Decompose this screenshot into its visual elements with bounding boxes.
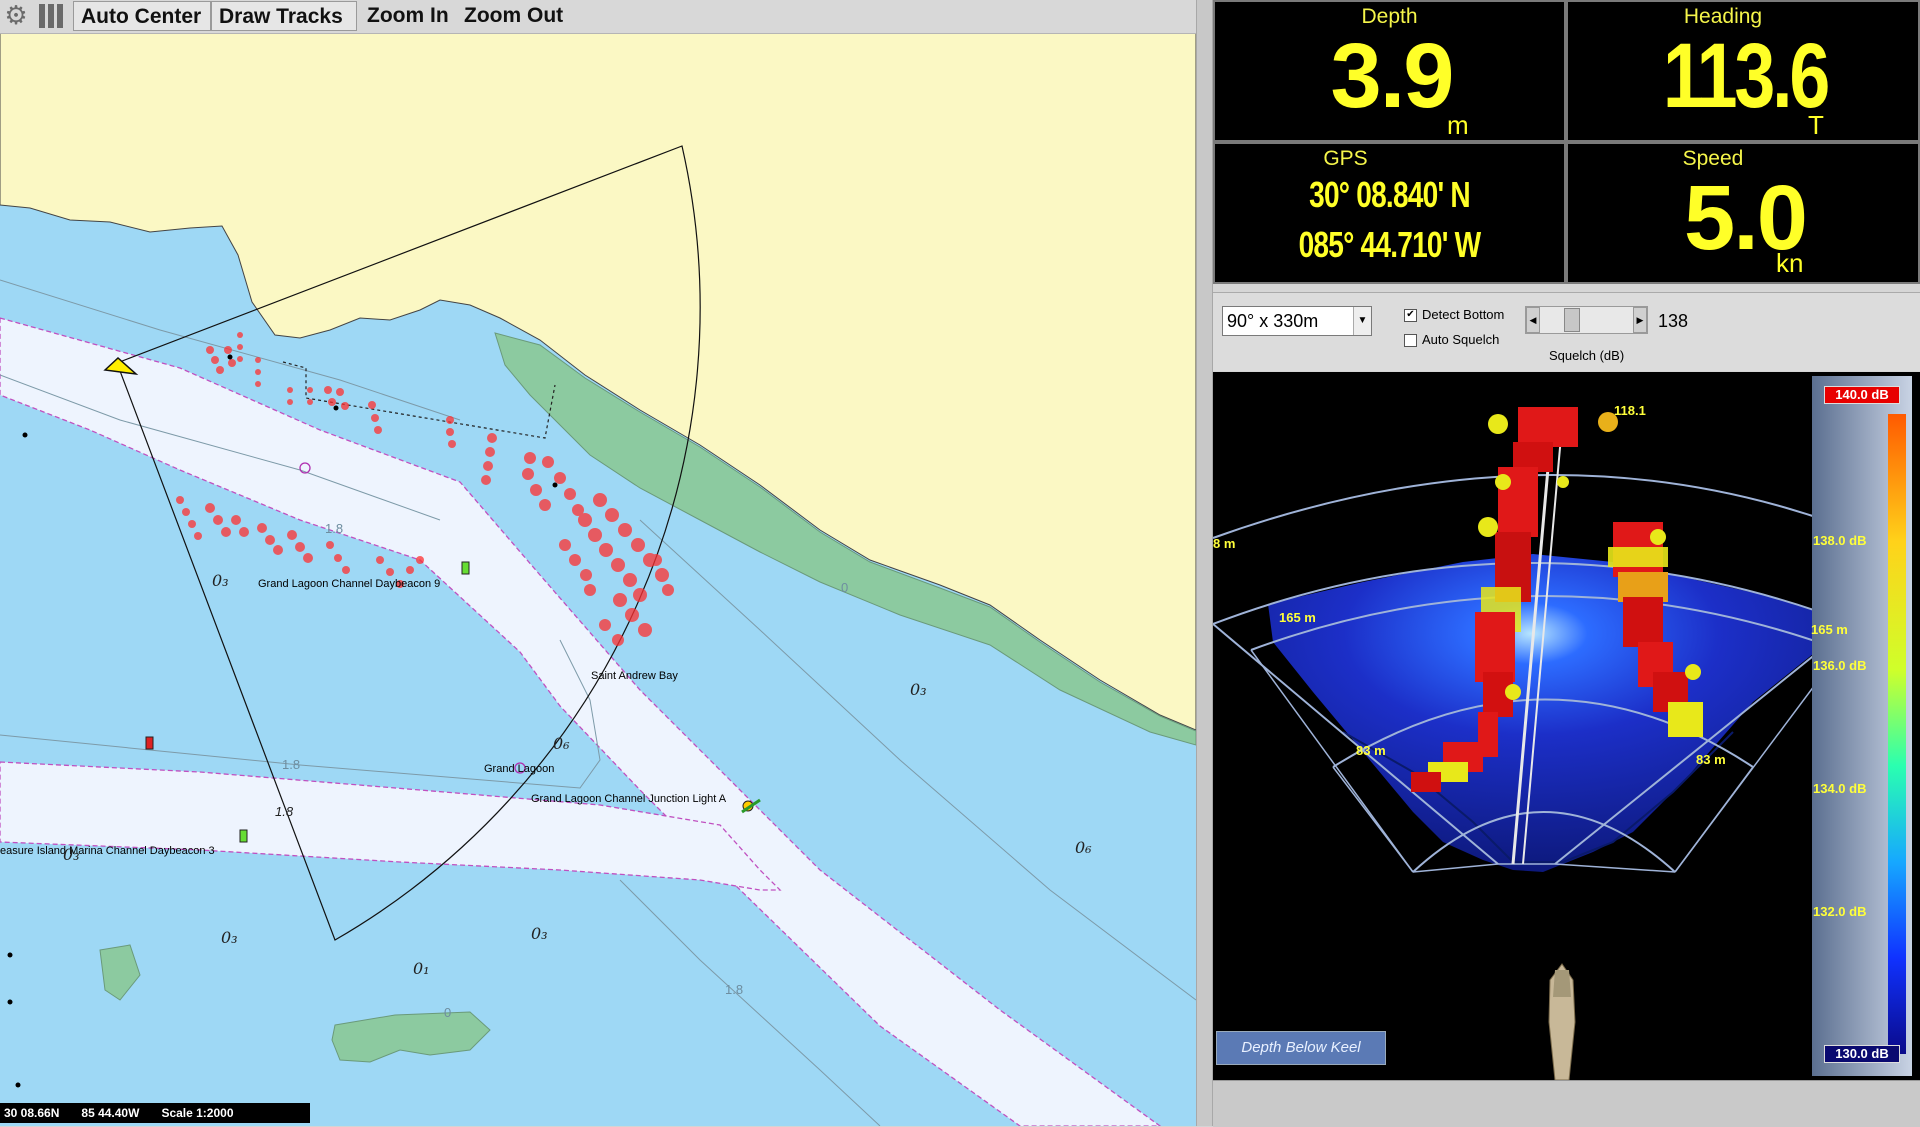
slider-left-arrow-icon[interactable]: ◀ [1526,307,1540,333]
chart-map-pane[interactable]: Grand Lagoon Channel Daybeacon 9 Saint A… [0,0,1196,1126]
range-label: 83 m [1356,743,1386,758]
depth-value: 3.9 [1330,25,1455,127]
colorbar-tick: 136.0 dB [1813,658,1867,673]
peak-depth-label: 118.1 [1614,403,1646,418]
sounding: 0₃ [63,845,80,864]
slider-right-arrow-icon[interactable]: ▶ [1633,307,1647,333]
gps-instrument: GPS 30° 08.840' N 085° 44.710' W [1213,142,1566,284]
nautical-chart[interactable] [0,0,1196,1126]
depth-below-keel-button[interactable]: Depth Below Keel [1216,1031,1386,1065]
depth-unit: m [1447,110,1469,140]
contour-label: 1.8 [725,982,744,997]
speed-instrument: Speed 5.0 kn [1566,142,1920,284]
junction-light-label: Grand Lagoon Channel Junction Light A [531,793,727,805]
colorbar-tick: 134.0 dB [1813,781,1867,796]
chevron-down-icon[interactable]: ▼ [1353,307,1371,335]
sounding: 0₃ [531,924,548,943]
auto-squelch-check-box[interactable] [1404,334,1417,348]
sonar-controls: 90° x 330m ▼ ✔ Detect Bottom Auto Squelch… [1213,292,1920,371]
panel-resize-grip[interactable] [1213,1080,1920,1127]
sonar-side-panel: Depth 3.9 m Heading 113.6 T GPS 30° 08.8… [1213,0,1920,1127]
detect-bottom-checkbox[interactable]: ✔ Detect Bottom [1404,307,1505,323]
sounding: 0₃ [910,680,927,699]
contour-label: 0 [444,1005,452,1020]
sounding: 0₁ [413,959,430,978]
auto-center-button[interactable]: Auto Center [73,1,211,31]
squelch-label: Squelch (dB) [1549,348,1625,363]
saint-andrew-bay-label: Saint Andrew Bay [591,670,678,682]
map-scale: Scale 1:2000 [161,1106,234,1120]
colorbar-min-label: 130.0 dB [1824,1045,1900,1063]
contour-label: 1.8 [282,757,301,772]
gps-longitude: 085° 44.710' W [1298,224,1482,265]
range-label: 83 m [1696,752,1726,767]
colorbar-tick: 138.0 dB [1813,533,1867,548]
squelch-value: 138 [1658,311,1689,331]
squelch-slider-thumb[interactable] [1563,308,1580,332]
contour-label: 0 [841,580,849,595]
sounding: 0₃ [212,571,229,590]
cursor-latitude: 30 08.66N [4,1106,60,1120]
sonar-3d-view[interactable]: 8 m 165 m 165 m 83 m 83 m 118.1 140.0 dB… [1213,372,1920,1080]
draw-tracks-button[interactable]: Draw Tracks [211,1,357,31]
range-select-value: 90° x 330m [1227,311,1319,331]
zoom-out-button[interactable]: Zoom Out [457,1,570,31]
columns-icon[interactable] [37,2,65,30]
map-status-bar: 30 08.66N 85 44.40W Scale 1:2000 [0,1103,310,1123]
colorbar-tick: 132.0 dB [1813,904,1867,919]
detect-bottom-check-box[interactable]: ✔ [1404,309,1417,323]
auto-squelch-checkbox[interactable]: Auto Squelch [1404,332,1500,348]
heading-instrument: Heading 113.6 T [1566,0,1920,142]
detect-bottom-label: Detect Bottom [1422,307,1505,322]
sounding: 0₆ [1075,838,1092,857]
speed-unit: kn [1776,248,1804,278]
range-select[interactable]: 90° x 330m ▼ [1222,306,1372,336]
grand-lagoon-label: Grand Lagoon [484,763,555,775]
gear-icon[interactable]: ⚙ [2,2,30,30]
gps-latitude: 30° 08.840' N [1309,174,1471,215]
range-label: 165 m [1279,610,1316,625]
daybeacon9-label: Grand Lagoon Channel Daybeacon 9 [258,578,441,590]
sounding: 0₆ [553,734,570,753]
squelch-slider[interactable]: ◀ ▶ [1525,306,1648,334]
cursor-longitude: 85 44.40W [81,1106,140,1120]
marina-daybeacon3-label: easure Island Marina Channel Daybeacon 3 [0,845,215,857]
sounding: 0₃ [221,928,238,947]
contour-label: 1.8 [275,804,294,819]
pane-splitter[interactable] [1196,0,1213,1126]
contour-label: 1.8 [325,521,344,536]
range-label: 165 m [1811,622,1848,637]
colorbar-max-label: 140.0 dB [1824,386,1900,404]
heading-unit: T [1808,110,1824,140]
range-label: 8 m [1213,536,1236,551]
depth-instrument: Depth 3.9 m [1213,0,1566,142]
gps-label: GPS [1323,147,1368,170]
map-toolbar: ⚙ Auto Center Draw Tracks Zoom In Zoom O… [0,0,1196,34]
heading-value: 113.6 [1662,25,1830,127]
speed-value: 5.0 [1684,167,1808,269]
zoom-in-button[interactable]: Zoom In [360,1,456,31]
sonar-3d-render [1213,376,1912,1080]
auto-squelch-label: Auto Squelch [1422,332,1500,347]
